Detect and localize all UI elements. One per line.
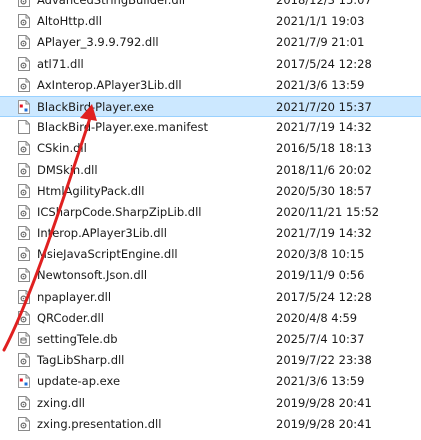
dll-file-icon [18, 310, 30, 325]
file-name: AxInterop.APlayer3Lib.dll [37, 77, 182, 92]
file-row[interactable]: AdvancedStringBuilder.dll 2018/12/3 15:07 [0, 0, 421, 11]
file-modified-date: 2021/3/6 13:59 [276, 77, 365, 92]
blank-file-icon [18, 120, 30, 135]
file-modified-date: 2018/12/3 15:07 [276, 0, 372, 7]
file-row[interactable]: settingTele.db 2025/7/4 10:37 [0, 329, 421, 350]
file-modified-date: 2020/5/30 18:57 [276, 183, 372, 198]
file-name: update-ap.exe [37, 374, 121, 389]
dll-file-icon [18, 247, 30, 262]
file-name: BlackBird-Player.exe [37, 99, 154, 114]
file-name: BlackBird-Player.exe.manifest [37, 120, 208, 135]
dll-file-icon [18, 204, 30, 219]
file-name: atl71.dll [37, 56, 84, 71]
file-row[interactable]: BlackBird-Player.exe 2021/7/20 15:37 [0, 95, 421, 118]
file-modified-date: 2020/11/21 15:52 [276, 204, 380, 219]
file-name: zxing.dll [37, 395, 85, 410]
file-row[interactable]: Newtonsoft.Json.dll 2019/11/9 0:56 [0, 265, 421, 286]
file-row[interactable]: ICSharpCode.SharpZipLib.dll 2020/11/21 15… [0, 202, 421, 223]
file-name: CSkin.dll [37, 141, 87, 156]
file-name: HtmlAgilityPack.dll [37, 183, 145, 198]
dll-file-icon [18, 56, 30, 71]
file-name: ICSharpCode.SharpZipLib.dll [37, 204, 202, 219]
dll-file-icon [18, 35, 30, 50]
exe-file-icon [18, 99, 30, 114]
file-modified-date: 2020/3/8 10:15 [276, 247, 365, 262]
dll-file-icon [18, 162, 30, 177]
file-name: settingTele.db [37, 332, 118, 346]
db-file-icon [18, 332, 30, 346]
file-modified-date: 2021/7/9 21:01 [276, 35, 365, 50]
file-modified-date: 2017/5/24 12:28 [276, 289, 372, 304]
file-name: APlayer_3.9.9.792.dll [37, 35, 159, 50]
file-modified-date: 2021/1/1 19:03 [276, 14, 365, 29]
file-name: AltoHttp.dll [37, 14, 102, 29]
file-row[interactable]: Interop.APlayer3Lib.dll 2021/7/19 14:32 [0, 223, 421, 244]
dll-file-icon [18, 268, 30, 283]
file-row[interactable]: BlackBird-Player.exe.manifest 2021/7/19 1… [0, 117, 421, 138]
file-row[interactable]: CSkin.dll 2016/5/18 18:13 [0, 138, 421, 159]
file-name: AdvancedStringBuilder.dll [37, 0, 186, 7]
file-row[interactable]: DMSkin.dll 2018/11/6 20:02 [0, 160, 421, 181]
dll-file-icon [18, 289, 30, 304]
file-modified-date: 2019/7/22 23:38 [276, 353, 372, 368]
file-row[interactable]: MsieJavaScriptEngine.dll 2020/3/8 10:15 [0, 244, 421, 265]
dll-file-icon [18, 226, 30, 241]
file-row[interactable]: QRCoder.dll 2020/4/8 4:59 [0, 308, 421, 329]
file-modified-date: 2021/7/19 14:32 [276, 120, 372, 135]
file-row[interactable]: atl71.dll 2017/5/24 12:28 [0, 54, 421, 75]
file-modified-date: 2021/7/20 15:37 [276, 99, 372, 114]
file-row[interactable]: AxInterop.APlayer3Lib.dll 2021/3/6 13:59 [0, 75, 421, 96]
file-modified-date: 2019/9/28 20:41 [276, 395, 372, 410]
file-name: QRCoder.dll [37, 310, 104, 325]
dll-file-icon [18, 395, 30, 410]
file-name: DMSkin.dll [37, 162, 98, 177]
file-modified-date: 2019/11/9 0:56 [276, 268, 365, 283]
file-modified-date: 2019/9/28 20:41 [276, 416, 372, 431]
exe-file-icon [18, 374, 30, 389]
file-modified-date: 2020/4/8 4:59 [276, 310, 358, 325]
file-row[interactable]: APlayer_3.9.9.792.dll 2021/7/9 21:01 [0, 32, 421, 53]
dll-file-icon [18, 183, 30, 198]
file-modified-date: 2017/5/24 12:28 [276, 56, 372, 71]
file-name: zxing.presentation.dll [37, 416, 162, 431]
dll-file-icon [18, 77, 30, 92]
file-name: npaplayer.dll [37, 289, 112, 304]
dll-file-icon [18, 353, 30, 368]
file-modified-date: 2021/7/19 14:32 [276, 226, 372, 241]
file-row[interactable]: HtmlAgilityPack.dll 2020/5/30 18:57 [0, 181, 421, 202]
dll-file-icon [18, 141, 30, 156]
file-modified-date: 2025/7/4 10:37 [276, 332, 365, 346]
file-name: TagLibSharp.dll [37, 353, 125, 368]
file-name: Newtonsoft.Json.dll [37, 268, 148, 283]
file-modified-date: 2021/3/6 13:59 [276, 374, 365, 389]
file-name: MsieJavaScriptEngine.dll [37, 247, 178, 262]
file-list: AdvancedStringBuilder.dll 2018/12/3 15:07… [0, 0, 421, 435]
file-row[interactable]: TagLibSharp.dll 2019/7/22 23:38 [0, 350, 421, 371]
file-row[interactable]: zxing.dll 2019/9/28 20:41 [0, 393, 421, 414]
file-modified-date: 2016/5/18 18:13 [276, 141, 372, 156]
file-row[interactable]: zxing.presentation.dll 2019/9/28 20:41 [0, 414, 421, 435]
dll-file-icon [18, 416, 30, 431]
file-row[interactable]: update-ap.exe 2021/3/6 13:59 [0, 371, 421, 392]
file-name: Interop.APlayer3Lib.dll [37, 226, 167, 241]
file-modified-date: 2018/11/6 20:02 [276, 162, 372, 177]
dll-file-icon [18, 0, 30, 7]
dll-file-icon [18, 14, 30, 29]
file-row[interactable]: npaplayer.dll 2017/5/24 12:28 [0, 287, 421, 308]
file-row[interactable]: AltoHttp.dll 2021/1/1 19:03 [0, 11, 421, 32]
